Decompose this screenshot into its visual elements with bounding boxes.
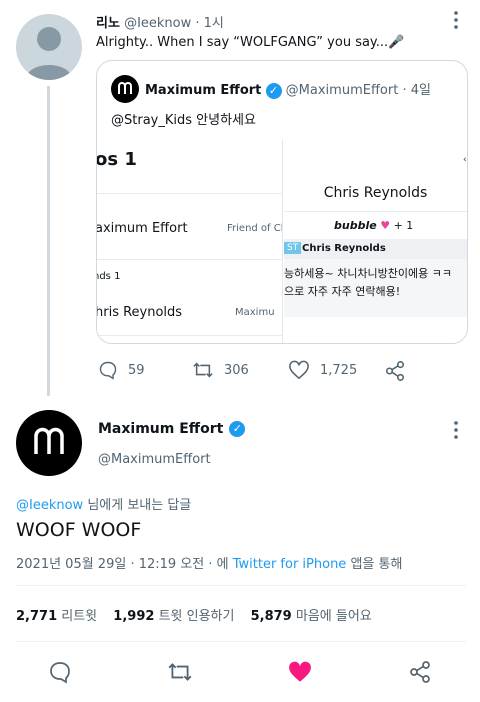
retweet-icon[interactable] [167,660,193,684]
tweet-time[interactable]: · 1시 [195,16,224,31]
comment-icon [98,360,118,380]
reply-to-link[interactable]: @Ieeknow [16,498,83,513]
divider [16,585,466,586]
tweet-text: Alrighty.. When I say “WOLFGANG” you say… [96,35,405,50]
quote-text: @Stray_Kids 안녕하세요 [111,113,256,128]
author-name[interactable]: 리노 [96,16,120,31]
reply-action[interactable]: 59 [98,360,145,380]
divider [284,211,467,212]
media-row-meta: Friend of Ch [227,223,283,234]
quote-time: · 4일 [402,83,431,98]
quote-tweet-card[interactable]: Maximum Effort ✓ @MaximumEffort · 4일 @St… [96,60,468,344]
verified-icon: ✓ [265,83,282,99]
sender-badge: ST [284,242,302,254]
avatar[interactable] [16,14,82,80]
divider [97,259,282,260]
like-stat[interactable]: 5,879 마음에 들어요 [251,609,372,624]
bubble-logo: bubble ♥ + 1 [334,219,414,232]
reply-count: 59 [128,362,145,378]
source-link[interactable]: Twitter for iPhone [233,557,347,572]
like-action[interactable]: 1,725 [288,360,357,380]
main-author-name: Maximum Effort [98,421,224,437]
reply-header: 리노 @Ieeknow · 1시 [96,12,224,31]
quote-header: Maximum Effort ✓ @MaximumEffort · 4일 [145,79,431,99]
quote-avatar [111,75,139,103]
engagement-stats: 2,771 리트윗 1,992 트윗 인용하기 5,879 마음에 들어요 [16,605,372,624]
divider [16,641,466,642]
main-tweet-text: WOOF WOOF [16,519,142,541]
thread-line [47,86,50,396]
divider [97,335,282,336]
quote-author-handle: @MaximumEffort [285,83,399,98]
main-author-handle[interactable]: @MaximumEffort [98,452,211,467]
heart-icon: ♥ [380,219,391,232]
share-icon[interactable] [384,360,406,382]
chat-sender-bar: ST Chris Reynolds [284,239,467,259]
media-arrow-icon: ‹ [463,155,467,165]
chat-message: 능하세용~ 차니차니방찬이에용 ㅋㅋ 으로 자주 자주 연락해용! [284,259,467,317]
media-section-title: nds 1 [97,271,121,282]
quote-image-right[interactable]: Chris Reynolds bubble ♥ + 1 ST Chris Rey… [284,139,467,343]
quote-stat[interactable]: 1,992 트윗 인용하기 [113,609,234,624]
tweet-timestamp: 2021년 05월 29일 · 12:19 오전 · 에 Twitter for… [16,557,403,572]
divider [97,193,282,194]
retweet-action[interactable]: 306 [192,360,249,380]
liked-heart-icon[interactable] [287,660,313,684]
retweet-stat[interactable]: 2,771 리트윗 [16,609,97,624]
quote-author-name: Maximum Effort [145,83,262,98]
comment-icon[interactable] [48,660,72,684]
media-section-title: os 1 [97,149,137,170]
more-icon[interactable] [450,10,462,30]
retweet-icon [192,360,214,380]
like-count: 1,725 [320,362,358,378]
main-avatar[interactable] [16,410,82,476]
main-author[interactable]: Maximum Effort ✓ [98,421,246,437]
media-row-name: hris Reynolds [97,305,183,320]
quote-image-left[interactable]: os 1 aximum Effort Friend of Ch nds 1 hr… [97,139,283,343]
author-handle[interactable]: @Ieeknow [124,16,191,31]
retweet-count: 306 [224,362,249,378]
more-icon[interactable] [450,420,462,440]
media-row-meta: Maximu [235,307,275,318]
media-row-name: aximum Effort [97,221,188,236]
reply-context: @Ieeknow 님에게 보내는 답글 [16,498,192,513]
verified-icon: ✓ [229,421,246,437]
chat-sender-name: Chris Reynolds [302,243,386,254]
heart-outline-icon [288,360,310,380]
share-icon[interactable] [408,660,432,684]
media-chat-title: Chris Reynolds [323,185,428,201]
